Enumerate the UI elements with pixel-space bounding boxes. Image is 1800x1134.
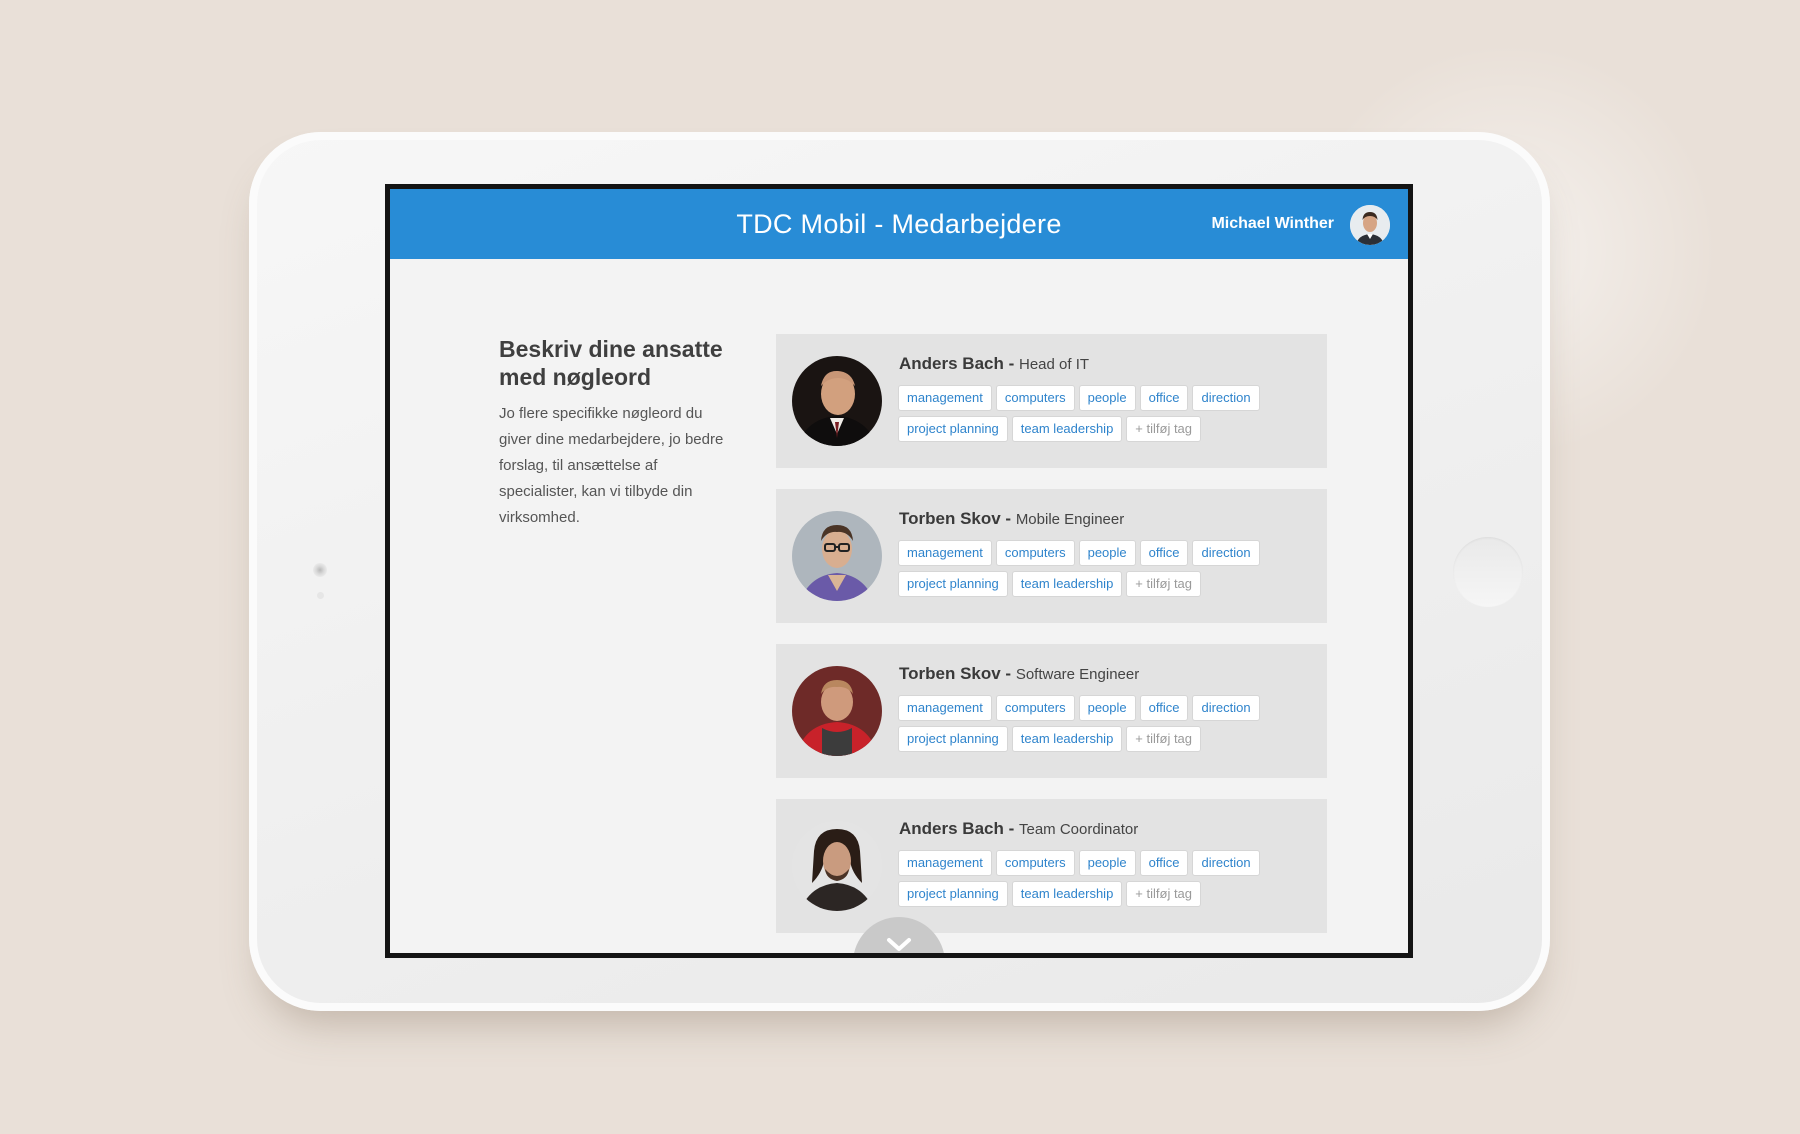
tag-row: management computers people office direc… (898, 385, 1260, 411)
camera-icon (313, 563, 327, 577)
tag-computers[interactable]: computers (995, 385, 1075, 411)
tag-office[interactable]: office (1139, 850, 1189, 876)
tag-row: management computers people office direc… (898, 695, 1260, 721)
tag-row: project planning team leadership + tilfø… (898, 881, 1202, 907)
tag-row: project planning team leadership + tilfø… (898, 571, 1202, 597)
tag-office[interactable]: office (1139, 695, 1189, 721)
user-avatar[interactable] (1350, 205, 1390, 245)
employee-photo-icon (792, 821, 882, 911)
tag-people[interactable]: people (1078, 385, 1136, 411)
employee-photo-icon (792, 356, 882, 446)
tag-team-leadership[interactable]: team leadership (1011, 881, 1123, 907)
employee-name-text: Torben Skov (899, 509, 1001, 528)
employee-role: Software Engineer (1015, 666, 1140, 683)
tag-people[interactable]: people (1078, 695, 1136, 721)
name-separator: - (1000, 509, 1016, 528)
employee-name: Torben Skov - Mobile Engineer (899, 509, 1124, 529)
intro-section: Beskriv dine ansatte med nøgleord Jo fle… (499, 335, 729, 531)
tag-row: project planning team leadership + tilfø… (898, 726, 1202, 752)
employee-card: Torben Skov - Mobile Engineer management… (776, 489, 1327, 623)
employee-name-text: Anders Bach (899, 819, 1004, 838)
employee-avatar (792, 666, 882, 756)
tag-team-leadership[interactable]: team leadership (1011, 726, 1123, 752)
tag-people[interactable]: people (1078, 540, 1136, 566)
tag-management[interactable]: management (898, 850, 992, 876)
add-tag-button[interactable]: + tilføj tag (1126, 571, 1202, 597)
tag-team-leadership[interactable]: team leadership (1011, 416, 1123, 442)
tag-project-planning[interactable]: project planning (898, 881, 1008, 907)
employee-name: Torben Skov - Software Engineer (899, 664, 1139, 684)
tag-direction[interactable]: direction (1192, 850, 1260, 876)
employee-role: Team Coordinator (1018, 821, 1139, 838)
tag-computers[interactable]: computers (995, 850, 1075, 876)
tag-row: project planning team leadership + tilfø… (898, 416, 1202, 442)
employee-name-text: Torben Skov (899, 664, 1001, 683)
tag-computers[interactable]: computers (995, 695, 1075, 721)
user-avatar-icon (1350, 205, 1390, 245)
employee-name: Anders Bach - Team Coordinator (899, 819, 1138, 839)
add-tag-button[interactable]: + tilføj tag (1126, 881, 1202, 907)
name-separator: - (1003, 819, 1019, 838)
tag-management[interactable]: management (898, 695, 992, 721)
employee-avatar (792, 511, 882, 601)
add-tag-button[interactable]: + tilføj tag (1126, 416, 1202, 442)
user-name[interactable]: Michael Winther (1211, 189, 1334, 259)
add-tag-button[interactable]: + tilføj tag (1126, 726, 1202, 752)
tag-project-planning[interactable]: project planning (898, 571, 1008, 597)
employee-card: Torben Skov - Software Engineer manageme… (776, 644, 1327, 778)
employee-photo-icon (792, 511, 882, 601)
employee-role: Head of IT (1018, 356, 1090, 373)
name-separator: - (1003, 354, 1019, 373)
tag-row: management computers people office direc… (898, 540, 1260, 566)
tag-direction[interactable]: direction (1192, 385, 1260, 411)
home-button[interactable] (1453, 537, 1523, 607)
tag-row: management computers people office direc… (898, 850, 1260, 876)
intro-text: Jo flere specifikke nøgleord du giver di… (499, 405, 724, 526)
sensor-icon (317, 592, 324, 599)
intro-heading: Beskriv dine ansatte med nøgleord (499, 336, 723, 390)
tag-office[interactable]: office (1139, 540, 1189, 566)
tag-team-leadership[interactable]: team leadership (1011, 571, 1123, 597)
tag-direction[interactable]: direction (1192, 695, 1260, 721)
employee-card: Anders Bach - Head of IT management comp… (776, 334, 1327, 468)
employee-role: Mobile Engineer (1015, 511, 1125, 528)
name-separator: - (1000, 664, 1016, 683)
employee-card: Anders Bach - Team Coordinator managemen… (776, 799, 1327, 933)
tag-project-planning[interactable]: project planning (898, 726, 1008, 752)
app-header: TDC Mobil - Medarbejdere Michael Winther (390, 189, 1408, 259)
tag-computers[interactable]: computers (995, 540, 1075, 566)
employee-photo-icon (792, 666, 882, 756)
chevron-down-icon (887, 938, 911, 951)
app-view: TDC Mobil - Medarbejdere Michael Winther… (390, 189, 1408, 953)
tag-management[interactable]: management (898, 385, 992, 411)
employee-name: Anders Bach - Head of IT (899, 354, 1089, 374)
employee-avatar (792, 821, 882, 911)
tag-direction[interactable]: direction (1192, 540, 1260, 566)
tablet-screen: TDC Mobil - Medarbejdere Michael Winther… (385, 184, 1413, 958)
tag-project-planning[interactable]: project planning (898, 416, 1008, 442)
tag-people[interactable]: people (1078, 850, 1136, 876)
employee-name-text: Anders Bach (899, 354, 1004, 373)
tag-management[interactable]: management (898, 540, 992, 566)
employee-avatar (792, 356, 882, 446)
tag-office[interactable]: office (1139, 385, 1189, 411)
